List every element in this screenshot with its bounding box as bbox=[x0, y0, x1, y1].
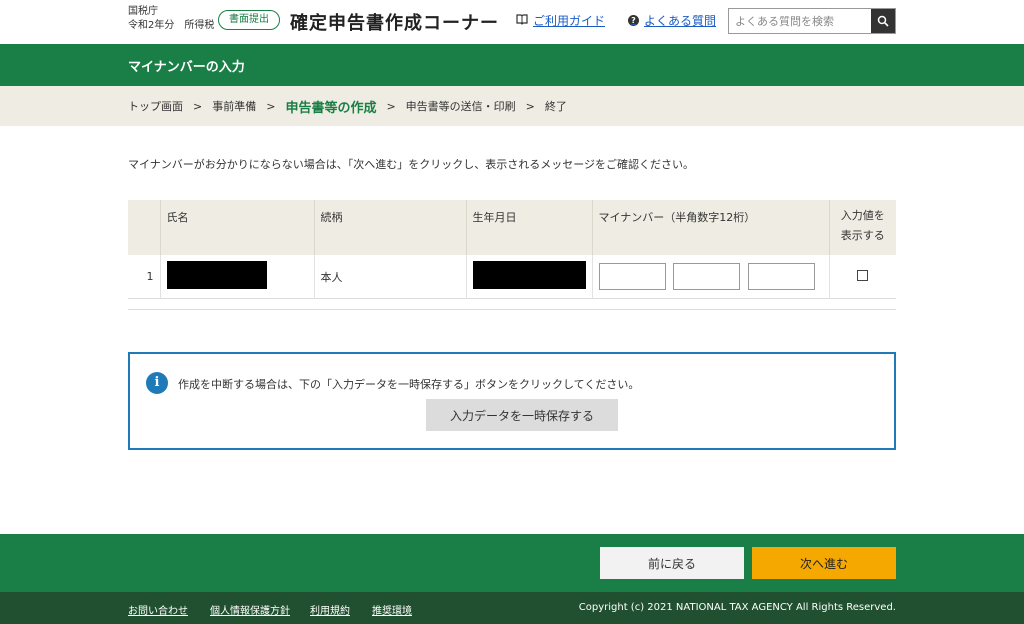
question-icon: ? bbox=[628, 15, 639, 26]
guide-link[interactable]: ご利用ガイド bbox=[516, 12, 605, 29]
search-button[interactable] bbox=[871, 9, 895, 33]
column-header-show-value-line1: 入力値を bbox=[840, 209, 885, 222]
redacted-birthdate bbox=[472, 261, 586, 289]
breadcrumb: トップ画面 > 事前準備 > 申告書等の作成 > 申告書等の送信・印刷 > 終了 bbox=[0, 86, 1024, 126]
search-input[interactable] bbox=[729, 9, 871, 33]
mynumber-table: 氏名 続柄 生年月日 マイナンバー（半角数字12桁） 入力値を 表示する 1 本… bbox=[128, 200, 896, 299]
chevron-right-icon: > bbox=[193, 99, 203, 113]
row-number: 1 bbox=[128, 255, 161, 299]
redacted-name bbox=[166, 261, 267, 289]
info-box: i 作成を中断する場合は、下の「入力データを一時保存する」ボタンをクリックしてく… bbox=[128, 352, 896, 450]
info-text: 作成を中断する場合は、下の「入力データを一時保存する」ボタンをクリックしてくださ… bbox=[178, 378, 640, 391]
footer-link-environment[interactable]: 推奨環境 bbox=[372, 602, 412, 617]
app-title: 確定申告書作成コーナー bbox=[290, 13, 499, 34]
chevron-right-icon: > bbox=[525, 99, 535, 113]
relation-cell: 本人 bbox=[314, 255, 467, 299]
mynumber-input-part1[interactable] bbox=[598, 263, 666, 290]
mynumber-cell bbox=[592, 255, 830, 299]
column-header-number bbox=[128, 200, 161, 255]
info-icon: i bbox=[146, 372, 168, 394]
agency-info: 国税庁 令和2年分 所得税 bbox=[128, 5, 214, 33]
column-header-show-value-line2: 表示する bbox=[840, 229, 885, 242]
temporary-save-button[interactable]: 入力データを一時保存する bbox=[426, 399, 618, 431]
column-header-name: 氏名 bbox=[160, 200, 315, 255]
breadcrumb-step: トップ画面 bbox=[128, 100, 183, 113]
faq-search bbox=[728, 8, 896, 34]
guide-link-label: ご利用ガイド bbox=[533, 14, 606, 28]
column-header-show-value: 入力値を 表示する bbox=[829, 200, 896, 255]
agency-name: 国税庁 bbox=[128, 6, 158, 17]
divider bbox=[128, 309, 896, 310]
column-header-mynumber: マイナンバー（半角数字12桁） bbox=[592, 200, 830, 255]
name-cell bbox=[160, 255, 315, 299]
site-header: 国税庁 令和2年分 所得税 書面提出 確定申告書作成コーナー ご利用ガイド ? … bbox=[0, 0, 1024, 44]
copyright: Copyright (c) 2021 NATIONAL TAX AGENCY A… bbox=[578, 602, 896, 613]
breadcrumb-step: 申告書等の送信・印刷 bbox=[405, 100, 516, 113]
footer-link-contact[interactable]: お問い合わせ bbox=[128, 602, 188, 617]
mynumber-input-part2[interactable] bbox=[673, 263, 740, 290]
birthdate-cell bbox=[466, 255, 593, 299]
page-title-bar: マイナンバーの入力 bbox=[0, 44, 1024, 86]
mynumber-input-part3[interactable] bbox=[747, 263, 815, 290]
breadcrumb-step: 終了 bbox=[544, 100, 567, 113]
tax-year: 令和2年分 所得税 bbox=[128, 20, 215, 31]
show-value-cell bbox=[829, 255, 896, 299]
navigation-bar: 前に戻る 次へ進む bbox=[0, 534, 1024, 592]
next-button[interactable]: 次へ進む bbox=[752, 547, 896, 579]
column-header-relation: 続柄 bbox=[314, 200, 467, 255]
faq-link[interactable]: ? よくある質問 bbox=[628, 12, 716, 29]
footer-link-terms[interactable]: 利用規約 bbox=[310, 602, 350, 617]
faq-link-label: よくある質問 bbox=[644, 14, 717, 28]
column-header-birthdate: 生年月日 bbox=[466, 200, 593, 255]
submission-badge: 書面提出 bbox=[218, 10, 280, 30]
instruction-text: マイナンバーがお分かりにならない場合は、「次へ進む」をクリックし、表示されるメッ… bbox=[128, 158, 695, 171]
page-title: マイナンバーの入力 bbox=[128, 60, 245, 75]
breadcrumb-current-step: 申告書等の作成 bbox=[285, 100, 377, 116]
footer-link-privacy[interactable]: 個人情報保護方針 bbox=[210, 602, 290, 617]
book-icon bbox=[516, 13, 528, 28]
table-header-row: 氏名 続柄 生年月日 マイナンバー（半角数字12桁） 入力値を 表示する bbox=[128, 200, 896, 255]
chevron-right-icon: > bbox=[386, 99, 396, 113]
search-icon bbox=[877, 15, 889, 27]
site-footer: お問い合わせ 個人情報保護方針 利用規約 推奨環境 Copyright (c) … bbox=[0, 592, 1024, 624]
show-value-checkbox[interactable] bbox=[857, 269, 869, 281]
back-button[interactable]: 前に戻る bbox=[600, 547, 744, 579]
breadcrumb-step: 事前準備 bbox=[212, 100, 257, 113]
table-row: 1 本人 bbox=[128, 255, 896, 299]
chevron-right-icon: > bbox=[266, 99, 276, 113]
